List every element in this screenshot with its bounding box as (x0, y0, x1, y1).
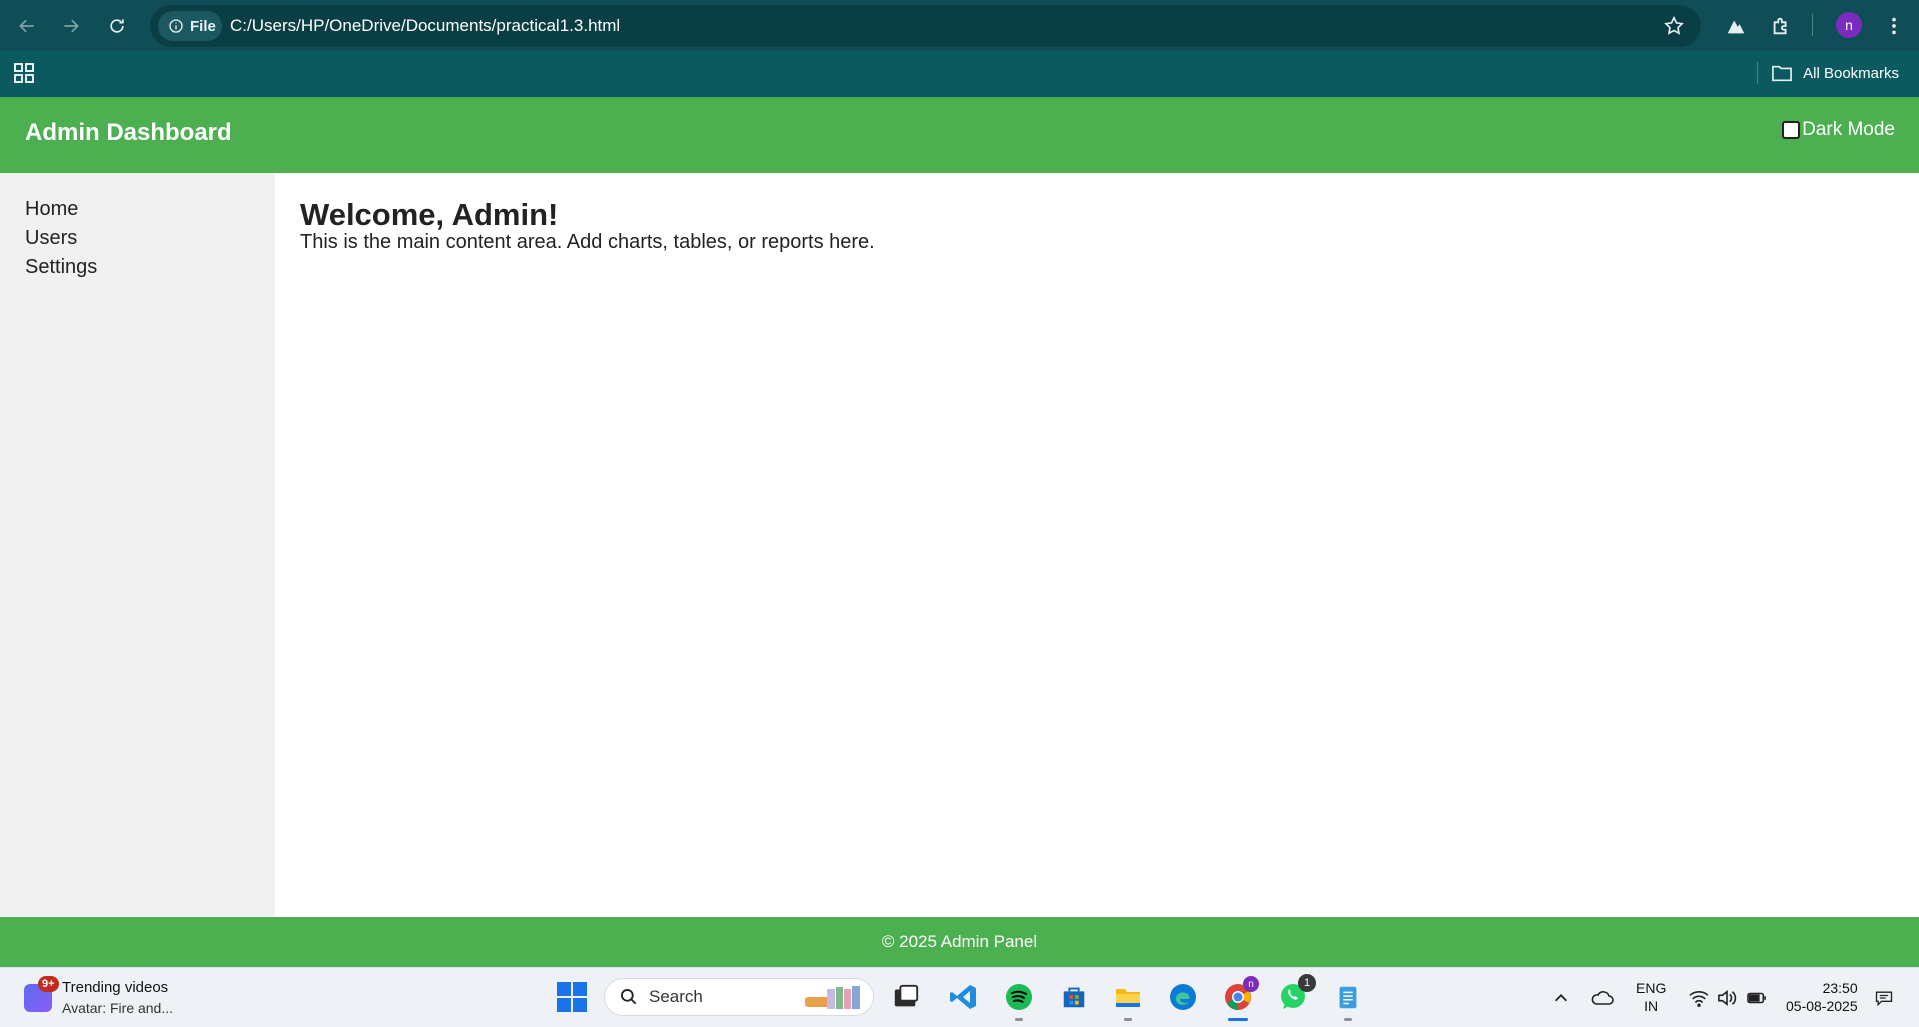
clock-time: 23:50 (1822, 980, 1858, 996)
clock[interactable]: 23:50 05-08-2025 (1786, 979, 1858, 1015)
sidebar-item-settings[interactable]: Settings (25, 256, 97, 279)
taskbar-app-whatsapp[interactable]: 1 (1276, 974, 1316, 1014)
dark-mode-label: Dark Mode (1802, 119, 1895, 140)
running-indicator (1124, 1018, 1132, 1021)
main-description: This is the main content area. Add chart… (300, 231, 875, 253)
notifications-tray[interactable] (1874, 968, 1894, 1027)
wifi-icon (1689, 990, 1709, 1007)
all-bookmarks-label: All Bookmarks (1803, 64, 1899, 82)
extension-icon[interactable] (1723, 13, 1749, 39)
sidebar-item-home[interactable]: Home (25, 198, 78, 221)
taskbar-app-file-explorer[interactable] (1111, 980, 1145, 1021)
folder-app-icon (1116, 989, 1140, 1007)
app-header: Admin Dashboard Dark Mode (0, 97, 1919, 173)
news-widget[interactable]: 9+ Trending videos Avatar: Fire and... (24, 976, 174, 1018)
clock-date: 05-08-2025 (1786, 998, 1858, 1014)
taskbar-app-spotify[interactable] (1002, 980, 1036, 1021)
running-indicator (1344, 1018, 1352, 1021)
windows-taskbar: 9+ Trending videos Avatar: Fire and... S… (0, 967, 1919, 1027)
sidebar: Home Users Settings (0, 173, 275, 917)
url-text[interactable]: C:/Users/HP/OneDrive/Documents/practical… (230, 16, 620, 36)
taskbar-search[interactable]: Search (604, 978, 874, 1016)
profile-avatar[interactable]: n (1836, 12, 1862, 38)
extensions-puzzle-icon[interactable] (1768, 13, 1794, 39)
running-indicator (1015, 1018, 1023, 1021)
taskbar-app-chrome[interactable]: n (1221, 976, 1259, 1021)
language-code: ENG (1636, 980, 1667, 996)
search-icon (621, 989, 637, 1005)
show-hidden-icons[interactable] (1552, 968, 1570, 1027)
sidebar-item-users[interactable]: Users (25, 227, 77, 250)
active-indicator (1228, 1018, 1248, 1021)
taskbar-app-store[interactable] (1057, 980, 1091, 1014)
info-icon (169, 19, 183, 33)
app-footer: © 2025 Admin Panel (0, 917, 1919, 967)
reload-icon[interactable] (104, 13, 130, 39)
apps-grid-icon[interactable] (12, 61, 36, 85)
vscode-icon (950, 985, 976, 1009)
windows-logo-icon (557, 982, 587, 1012)
bookmarks-bar: All Bookmarks (0, 51, 1919, 97)
bookmark-star-icon[interactable] (1663, 15, 1685, 37)
spotify-icon (1006, 984, 1032, 1010)
site-info-chip[interactable]: File (158, 11, 222, 41)
page-title: Welcome, Admin! (300, 197, 559, 232)
taskbar-app-vscode[interactable] (947, 980, 981, 1014)
widget-subtitle: Avatar: Fire and... (62, 1000, 174, 1016)
notepad-icon (1339, 986, 1357, 1009)
chevron-up-icon (1554, 993, 1568, 1001)
taskbar-app-terminal[interactable] (889, 980, 923, 1014)
site-chip-label: File (190, 17, 216, 35)
network-tray[interactable] (1688, 968, 1710, 1027)
main-content: Welcome, Admin! This is the main content… (275, 173, 1919, 917)
app-title: Admin Dashboard (25, 119, 232, 146)
dark-mode-checkbox[interactable] (1782, 121, 1801, 139)
battery-icon (1747, 992, 1766, 1003)
whatsapp-badge: 1 (1298, 974, 1316, 992)
toolbar-divider (1812, 14, 1813, 36)
battery-tray[interactable] (1746, 968, 1768, 1027)
onedrive-tray[interactable] (1590, 968, 1614, 1027)
language-indicator[interactable]: ENG IN (1636, 979, 1666, 1015)
microsoft-store-icon (1063, 987, 1085, 1008)
dark-mode-toggle[interactable]: Dark Mode (1782, 119, 1895, 141)
forward-icon[interactable] (58, 13, 84, 39)
address-bar[interactable]: File C:/Users/HP/OneDrive/Documents/prac… (150, 5, 1701, 47)
bookmarks-divider (1757, 62, 1758, 84)
terminal-app-icon (894, 984, 919, 1007)
search-highlight-icon (805, 986, 860, 1009)
footer-text: © 2025 Admin Panel (881, 932, 1038, 951)
chrome-profile-badge: n (1243, 976, 1259, 992)
start-button[interactable] (555, 980, 589, 1014)
widget-title: Trending videos (62, 979, 169, 996)
speaker-icon (1718, 989, 1737, 1006)
edge-icon (1170, 984, 1196, 1010)
folder-icon (1772, 65, 1793, 82)
taskbar-app-notepad[interactable] (1331, 980, 1365, 1021)
all-bookmarks-button[interactable]: All Bookmarks (1771, 61, 1899, 85)
volume-tray[interactable] (1716, 968, 1738, 1027)
notification-icon (1875, 991, 1893, 1006)
widget-video-icon: 9+ (24, 976, 59, 1012)
widget-badge: 9+ (38, 976, 59, 992)
search-placeholder: Search (649, 987, 703, 1006)
back-icon[interactable] (14, 13, 40, 39)
region-code: IN (1644, 998, 1659, 1014)
taskbar-app-edge[interactable] (1166, 980, 1200, 1014)
menu-kebab-icon[interactable] (1881, 13, 1907, 39)
browser-toolbar: File C:/Users/HP/OneDrive/Documents/prac… (0, 0, 1919, 51)
cloud-icon (1591, 990, 1614, 1005)
